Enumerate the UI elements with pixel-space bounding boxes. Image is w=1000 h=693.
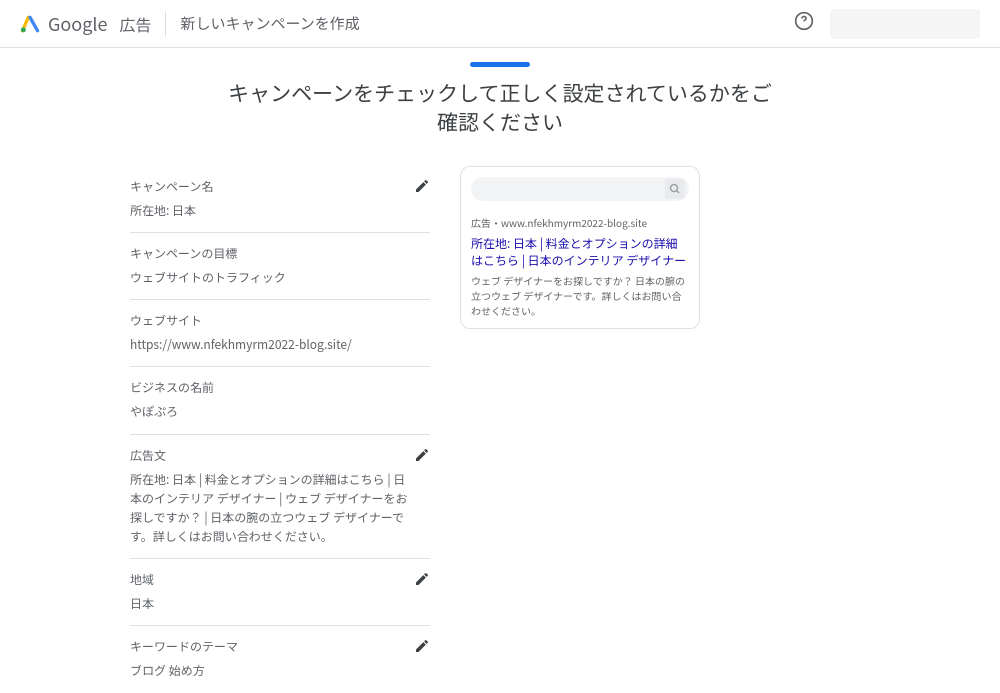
brand-suffix: 広告: [119, 12, 151, 36]
progress-segment: [470, 62, 530, 67]
account-info[interactable]: [830, 9, 980, 39]
region-label: 地域: [130, 571, 154, 588]
section-campaign-name: キャンペーン名 所在地: 日本: [130, 166, 430, 233]
brand-logo-group: Google 広告: [20, 11, 151, 37]
business-name-value: やぽぷろ: [130, 402, 430, 421]
google-ads-logo-icon: [20, 14, 40, 34]
content-area: キャンペーン名 所在地: 日本 キャンペーンの目標 ウェブサイトのトラフィック …: [110, 166, 890, 693]
search-icon: [665, 179, 685, 199]
website-value: https://www.nfekhmyrm2022-blog.site/: [130, 335, 430, 354]
section-ad-text: 広告文 所在地: 日本 | 料金とオプションの詳細はこちら | 日本のインテリア…: [130, 435, 430, 560]
brand-name: Google: [48, 11, 107, 37]
progress-bar: [0, 62, 1000, 67]
header-divider: [165, 12, 166, 36]
app-header: Google 広告 新しいキャンペーンを作成: [0, 0, 1000, 48]
goal-value: ウェブサイトのトラフィック: [130, 268, 430, 287]
section-website: ウェブサイト https://www.nfekhmyrm2022-blog.si…: [130, 300, 430, 367]
edit-region-button[interactable]: [414, 571, 430, 591]
ad-text-label: 広告文: [130, 447, 414, 464]
section-business-name: ビジネスの名前 やぽぷろ: [130, 367, 430, 434]
business-name-label: ビジネスの名前: [130, 379, 430, 396]
keywords-label: キーワードのテーマ: [130, 638, 238, 655]
preview-column: 広告・www.nfekhmyrm2022-blog.site 所在地: 日本 |…: [460, 166, 700, 693]
help-icon[interactable]: [794, 11, 814, 37]
ad-description: ウェブ デザイナーをお探しですか？ 日本の腕の立つウェブ デザイナーです。詳しく…: [471, 273, 689, 318]
ad-text-value: 所在地: 日本 | 料金とオプションの詳細はこちら | 日本のインテリア デザイ…: [130, 470, 414, 547]
keywords-value: ブログ 始め方: [130, 661, 238, 680]
ad-headline: 所在地: 日本 | 料金とオプションの詳細はこちら | 日本のインテリア デザイ…: [471, 236, 689, 270]
settings-column: キャンペーン名 所在地: 日本 キャンペーンの目標 ウェブサイトのトラフィック …: [130, 166, 430, 693]
edit-campaign-name-button[interactable]: [414, 178, 430, 198]
region-value: 日本: [130, 594, 154, 613]
section-keywords: キーワードのテーマ ブログ 始め方: [130, 626, 430, 692]
section-goal: キャンペーンの目標 ウェブサイトのトラフィック: [130, 233, 430, 300]
ad-url-label: 広告・www.nfekhmyrm2022-blog.site: [471, 215, 689, 230]
edit-ad-text-button[interactable]: [414, 447, 430, 467]
campaign-name-label: キャンペーン名: [130, 178, 213, 195]
goal-label: キャンペーンの目標: [130, 245, 430, 262]
mock-search-bar: [471, 177, 689, 201]
header-right: [794, 9, 980, 39]
main-heading: キャンペーンをチェックして正しく設定されているかをご確認ください: [220, 79, 780, 138]
website-label: ウェブサイト: [130, 312, 430, 329]
page-title: 新しいキャンペーンを作成: [180, 13, 359, 34]
campaign-name-value: 所在地: 日本: [130, 201, 213, 220]
ad-preview-card: 広告・www.nfekhmyrm2022-blog.site 所在地: 日本 |…: [460, 166, 700, 330]
section-region: 地域 日本: [130, 559, 430, 626]
edit-keywords-button[interactable]: [414, 638, 430, 658]
